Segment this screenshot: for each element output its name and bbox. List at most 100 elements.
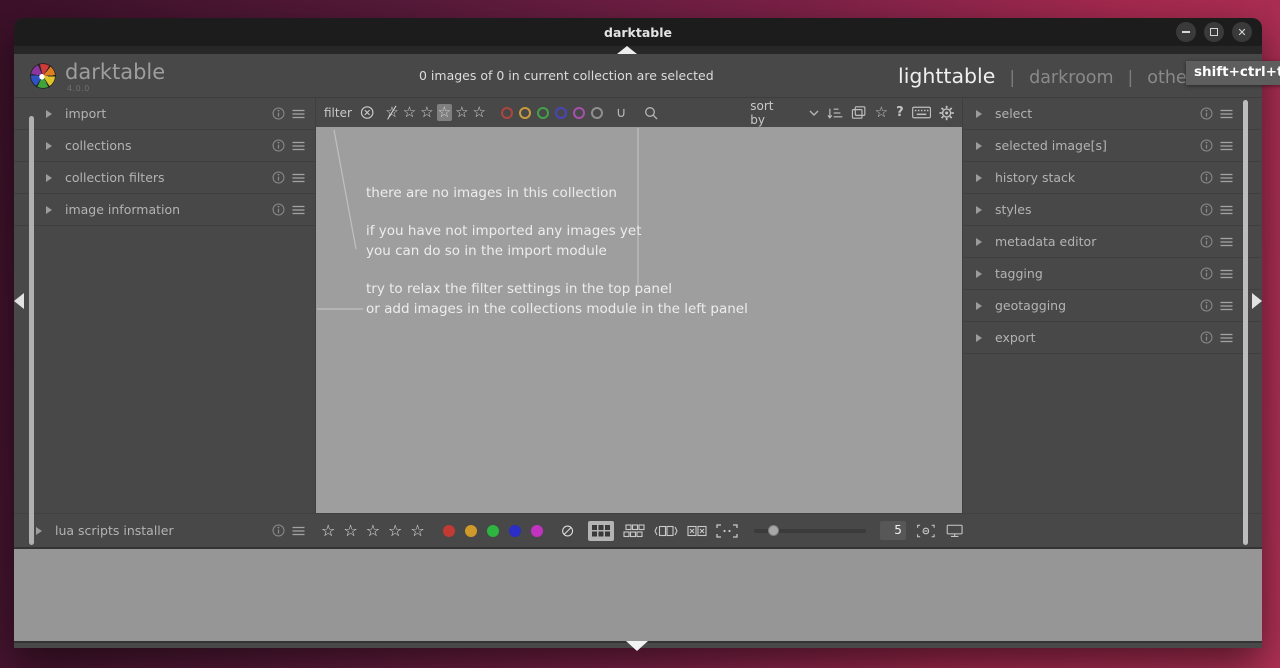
reject-filter-icon[interactable] — [360, 105, 374, 120]
purple-label-filter-icon[interactable] — [573, 107, 585, 119]
rate-4-star-icon[interactable]: ☆ — [388, 523, 402, 539]
module-presets-icon[interactable] — [1220, 269, 1233, 279]
collapse-bottom-arrow-icon[interactable] — [626, 641, 648, 651]
collapse-right-panel-arrow-icon[interactable] — [1252, 293, 1262, 309]
module-presets-icon[interactable] — [1220, 301, 1233, 311]
preferences-gear-icon[interactable] — [939, 105, 954, 121]
overlays-icon[interactable]: ☆ — [875, 105, 888, 120]
module-info-icon[interactable] — [272, 139, 285, 152]
shortcuts-keyboard-icon[interactable] — [912, 106, 931, 119]
star-filter-4-icon[interactable]: ☆ — [454, 104, 469, 121]
module-presets-icon[interactable] — [292, 141, 305, 151]
module-presets-icon[interactable] — [1220, 205, 1233, 215]
culling-dynamic-icon[interactable] — [687, 524, 707, 538]
close-button[interactable]: ✕ — [1232, 22, 1252, 42]
star-filter-3-icon[interactable]: ☆ — [437, 104, 452, 121]
clear-color-labels-icon[interactable] — [561, 523, 574, 539]
module-presets-icon[interactable] — [1220, 237, 1233, 247]
module-header[interactable]: metadata editor — [963, 226, 1261, 258]
search-input[interactable] — [662, 104, 734, 122]
thumbnail-size-slider[interactable] — [754, 529, 866, 533]
module-header[interactable]: history stack — [963, 162, 1261, 194]
expander-triangle-icon — [976, 142, 982, 150]
sort-field-dropdown[interactable] — [798, 104, 819, 122]
module-presets-icon[interactable] — [292, 526, 305, 536]
star-filter-5-icon[interactable]: ☆ — [472, 104, 487, 121]
minimize-button[interactable] — [1176, 22, 1196, 42]
left-panel-scrollbar[interactable] — [29, 116, 34, 545]
module-header-lua-scripts[interactable]: lua scripts installer — [14, 514, 315, 547]
window-titlebar[interactable]: darktable ✕ — [14, 18, 1262, 46]
collapse-left-panel-arrow-icon[interactable] — [14, 293, 24, 309]
help-icon[interactable]: ? — [896, 105, 904, 120]
module-header[interactable]: collection filters — [14, 162, 315, 194]
rate-1-star-icon[interactable]: ☆ — [321, 523, 335, 539]
display-profile-icon[interactable] — [946, 523, 963, 539]
module-header[interactable]: geotagging — [963, 290, 1261, 322]
zoom-level-value[interactable]: 5 — [880, 521, 906, 540]
module-presets-icon[interactable] — [1220, 173, 1233, 183]
label-union-operator-icon[interactable]: ∪ — [616, 105, 626, 121]
red-label-icon[interactable] — [443, 525, 455, 537]
module-header[interactable]: selected image[s] — [963, 130, 1261, 162]
module-info-icon[interactable] — [1200, 171, 1213, 184]
module-info-icon[interactable] — [1200, 299, 1213, 312]
star-filter-2-icon[interactable]: ☆ — [419, 104, 434, 121]
module-header[interactable]: styles — [963, 194, 1261, 226]
sort-order-icon[interactable] — [827, 106, 843, 120]
module-presets-icon[interactable] — [292, 173, 305, 183]
search-icon — [644, 106, 658, 120]
filemanager-layout-button[interactable] — [588, 521, 614, 541]
module-header[interactable]: import — [14, 98, 315, 130]
rate-3-star-icon[interactable]: ☆ — [366, 523, 380, 539]
green-label-icon[interactable] — [487, 525, 499, 537]
star-filter-1-icon[interactable]: ☆ — [402, 104, 417, 121]
module-presets-icon[interactable] — [292, 109, 305, 119]
close-icon: ✕ — [1237, 27, 1246, 38]
focus-peaking-icon[interactable] — [916, 523, 936, 539]
slider-knob[interactable] — [768, 525, 779, 536]
module-presets-icon[interactable] — [1220, 141, 1233, 151]
blue-label-filter-icon[interactable] — [555, 107, 567, 119]
red-label-filter-icon[interactable] — [501, 107, 513, 119]
module-header[interactable]: export — [963, 322, 1261, 354]
module-label: image information — [65, 202, 272, 217]
module-info-icon[interactable] — [1200, 331, 1213, 344]
module-info-icon[interactable] — [272, 107, 285, 120]
module-info-icon[interactable] — [1200, 267, 1213, 280]
grouping-icon[interactable] — [851, 105, 866, 120]
module-header[interactable]: image information — [14, 194, 315, 226]
app-name: darktable — [65, 60, 165, 84]
right-panel-scrollbar[interactable] — [1243, 100, 1248, 545]
yellow-label-icon[interactable] — [465, 525, 477, 537]
gray-label-filter-icon[interactable] — [591, 107, 603, 119]
module-header[interactable]: tagging — [963, 258, 1261, 290]
green-label-filter-icon[interactable] — [537, 107, 549, 119]
module-info-icon[interactable] — [1200, 139, 1213, 152]
zoomable-lighttable-icon[interactable] — [623, 524, 645, 538]
module-presets-icon[interactable] — [292, 205, 305, 215]
module-info-icon[interactable] — [1200, 235, 1213, 248]
module-header[interactable]: select — [963, 98, 1261, 130]
module-info-icon[interactable] — [272, 524, 285, 537]
module-info-icon[interactable] — [272, 203, 285, 216]
collapse-top-arrow-icon[interactable] — [617, 46, 637, 54]
magenta-label-icon[interactable] — [531, 525, 543, 537]
tab-darkroom[interactable]: darkroom — [1029, 68, 1113, 88]
zero-star-filter-icon[interactable]: ☆ — [384, 104, 399, 121]
blue-label-icon[interactable] — [509, 525, 521, 537]
rate-5-star-icon[interactable]: ☆ — [410, 523, 424, 539]
module-presets-icon[interactable] — [1220, 333, 1233, 343]
module-info-icon[interactable] — [1200, 203, 1213, 216]
rate-2-star-icon[interactable]: ☆ — [343, 523, 357, 539]
module-presets-icon[interactable] — [1220, 109, 1233, 119]
yellow-label-filter-icon[interactable] — [519, 107, 531, 119]
filmstrip-area[interactable] — [14, 547, 1262, 643]
module-header[interactable]: collections — [14, 130, 315, 162]
module-info-icon[interactable] — [1200, 107, 1213, 120]
full-preview-icon[interactable] — [716, 524, 738, 538]
culling-fixed-icon[interactable] — [654, 524, 678, 538]
tab-lighttable[interactable]: lighttable — [898, 64, 995, 88]
maximize-button[interactable] — [1204, 22, 1224, 42]
module-info-icon[interactable] — [272, 171, 285, 184]
